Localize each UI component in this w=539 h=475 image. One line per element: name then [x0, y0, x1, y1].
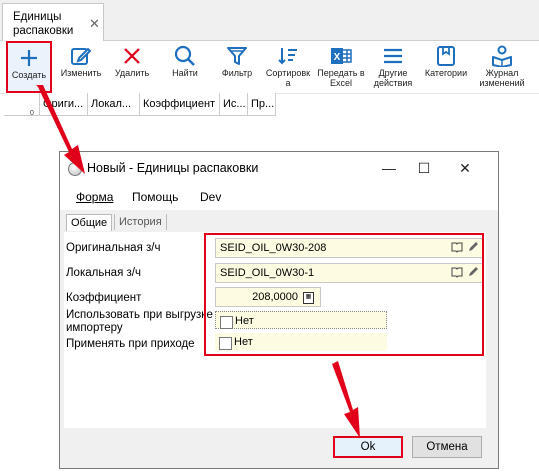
coefficient-label: Коэффициент	[66, 292, 142, 304]
dialog-menubar: Форма Помощь Dev	[60, 186, 498, 210]
excel-label: Передать в Excel	[317, 68, 365, 88]
search-icon	[163, 44, 207, 68]
tab-title: Единицы распаковки	[13, 11, 74, 37]
excel-button[interactable]: X Передать в Excel	[315, 41, 367, 93]
column-apply-receipt[interactable]: Пр...	[248, 93, 276, 115]
sort-icon	[264, 44, 312, 68]
dialog-titlebar[interactable]: Новый - Единицы распаковки — ☐ ✕	[60, 152, 498, 186]
tab-general[interactable]: Общие	[66, 214, 113, 231]
filter-label: Фильтр	[221, 68, 253, 78]
grid-header: Ориги... Локал... Коэффициент Ис... Пр..…	[4, 93, 276, 116]
edit-label: Изменить	[60, 68, 102, 78]
column-coefficient[interactable]: Коэффициент	[140, 93, 220, 115]
new-record-dialog: Новый - Единицы распаковки — ☐ ✕ Форма П…	[59, 151, 499, 469]
dialog-tabs: Общие История	[64, 212, 486, 232]
apply-receipt-label: Применять при приходе	[66, 338, 195, 350]
menu-help[interactable]: Помощь	[132, 190, 178, 204]
column-local[interactable]: Локал...	[88, 93, 140, 115]
changelog-button[interactable]: Журнал изменений	[476, 41, 528, 93]
ok-button[interactable]: Ok	[333, 436, 403, 458]
edit-button[interactable]: Изменить	[58, 41, 104, 93]
sort-label: Сортировка	[265, 68, 311, 88]
delete-label: Удалить	[114, 68, 150, 78]
tab-unpack-units[interactable]: Единицы распаковки ✕	[2, 3, 104, 42]
window-icon	[68, 162, 82, 176]
create-label: Создать	[11, 70, 47, 80]
svg-text:X: X	[334, 52, 341, 63]
close-icon[interactable]: ✕	[454, 157, 476, 179]
categories-button[interactable]: Категории	[422, 41, 470, 93]
filter-button[interactable]: Фильтр	[214, 41, 260, 93]
maximize-icon[interactable]: ☐	[413, 157, 435, 179]
grid-corner	[4, 93, 40, 115]
excel-icon: X	[315, 44, 367, 68]
categories-label: Категории	[424, 68, 468, 78]
plus-icon	[8, 46, 50, 70]
tab-close-icon[interactable]: ✕	[89, 16, 100, 32]
edit-icon	[58, 44, 104, 68]
changelog-icon	[476, 44, 528, 68]
search-button[interactable]: Найти	[163, 41, 207, 93]
delete-button[interactable]: Удалить	[110, 41, 154, 93]
categories-icon	[422, 44, 470, 68]
original-part-label: Оригинальная з/ч	[66, 242, 161, 254]
cancel-button[interactable]: Отмена	[412, 436, 482, 458]
create-button[interactable]: Создать	[6, 41, 52, 93]
menu-form[interactable]: Форма	[76, 190, 113, 204]
use-export-label: Использовать при выгрузке импортеру	[66, 309, 213, 334]
filter-icon	[214, 44, 260, 68]
row-count: 0	[30, 110, 34, 117]
local-part-label: Локальная з/ч	[66, 267, 141, 279]
toolbar: Создать Изменить Удалить Найти Фильтр Со…	[0, 41, 539, 94]
menu-icon	[369, 44, 417, 68]
dialog-title: Новый - Единицы распаковки	[87, 161, 259, 175]
minimize-icon[interactable]: —	[378, 157, 400, 179]
sort-button[interactable]: Сортировка	[264, 41, 312, 93]
delete-icon	[110, 44, 154, 68]
tab-history[interactable]: История	[114, 214, 167, 230]
column-original[interactable]: Ориги...	[40, 93, 88, 115]
column-use-export[interactable]: Ис...	[220, 93, 248, 115]
menu-dev[interactable]: Dev	[200, 190, 221, 204]
other-actions-label: Другие действия	[373, 68, 413, 88]
search-label: Найти	[172, 68, 198, 78]
highlight-frame	[204, 233, 484, 356]
other-actions-button[interactable]: Другие действия	[369, 41, 417, 93]
changelog-label: Журнал изменений	[479, 68, 525, 88]
tab-strip: Единицы распаковки ✕	[0, 0, 539, 42]
